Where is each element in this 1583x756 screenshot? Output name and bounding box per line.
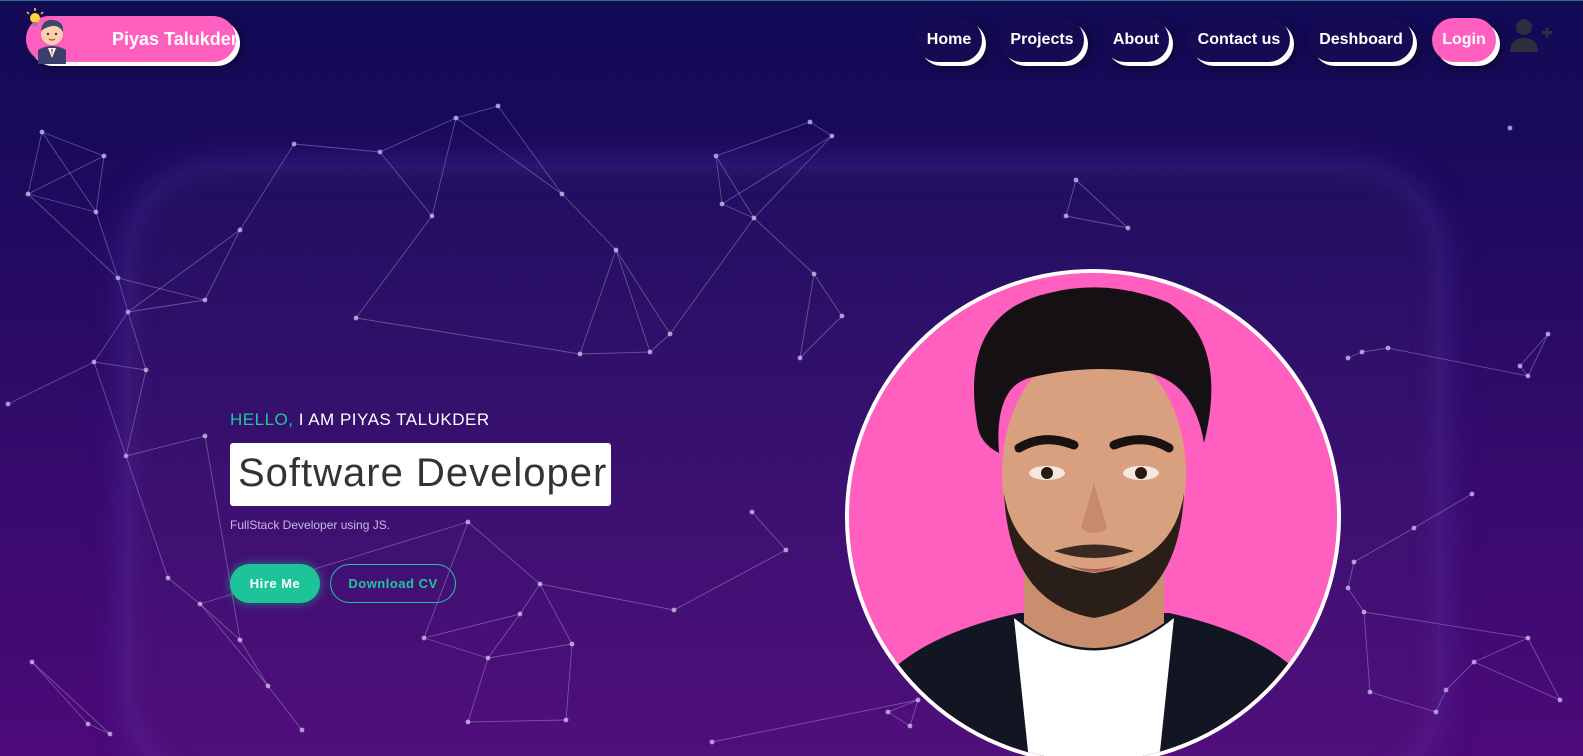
network-link xyxy=(715,121,811,157)
network-link xyxy=(1519,333,1549,367)
network-node xyxy=(1545,331,1551,337)
network-node xyxy=(377,149,383,155)
network-link xyxy=(27,131,43,195)
network-link xyxy=(95,155,105,213)
network-node xyxy=(1517,363,1523,369)
network-node xyxy=(1507,125,1513,131)
network-node xyxy=(123,453,129,459)
greeting-hello: HELLO, xyxy=(230,410,294,429)
developer-avatar-icon xyxy=(26,8,66,64)
network-node xyxy=(25,191,31,197)
profile-photo xyxy=(845,269,1341,756)
network-link xyxy=(41,131,105,157)
hire-me-button[interactable]: Hire Me xyxy=(230,564,320,603)
network-link xyxy=(809,121,833,137)
network-link xyxy=(27,193,119,279)
greeting-name: I AM PIYAS TALUKDER xyxy=(293,410,490,429)
profile-portrait-illustration xyxy=(849,273,1337,756)
nav-contact[interactable]: Contact us xyxy=(1188,18,1290,62)
network-link xyxy=(1473,637,1529,663)
hero-tagline: FullStack Developer using JS. xyxy=(230,518,391,532)
network-node xyxy=(93,209,99,215)
network-link xyxy=(87,723,111,735)
login-button[interactable]: Login xyxy=(1432,18,1496,62)
network-link xyxy=(379,117,457,153)
network-link xyxy=(93,361,127,457)
network-node xyxy=(91,359,97,365)
network-link xyxy=(455,105,499,119)
network-link xyxy=(1527,637,1561,701)
network-link xyxy=(1473,661,1561,701)
nav-home[interactable]: Home xyxy=(916,18,982,62)
download-cv-button[interactable]: Download CV xyxy=(330,564,456,603)
network-node xyxy=(39,129,45,135)
role-highlight-box: Software Developer xyxy=(230,443,611,506)
network-node xyxy=(115,275,121,281)
network-link xyxy=(1445,661,1475,691)
brand-name: Piyas Talukder xyxy=(112,29,238,49)
network-node xyxy=(1443,687,1449,693)
network-node xyxy=(1525,373,1531,379)
nav-about[interactable]: About xyxy=(1103,18,1169,62)
network-node xyxy=(713,153,719,159)
hero-greeting: HELLO, I AM PIYAS TALUKDER xyxy=(230,410,490,430)
network-node xyxy=(807,119,813,125)
user-plus-icon[interactable] xyxy=(1510,18,1554,54)
network-node xyxy=(829,133,835,139)
network-link xyxy=(93,311,129,363)
network-link xyxy=(27,155,105,195)
network-node xyxy=(101,153,107,159)
network-node xyxy=(85,721,91,727)
network-node xyxy=(453,115,459,121)
network-node xyxy=(1471,659,1477,665)
nav-dashboard[interactable]: Deshboard xyxy=(1309,18,1413,62)
network-link xyxy=(7,361,95,405)
network-link xyxy=(31,661,89,725)
role-title: Software Developer xyxy=(238,451,608,495)
network-node xyxy=(107,731,113,737)
network-node xyxy=(29,659,35,665)
network-node xyxy=(1525,635,1531,641)
network-node xyxy=(5,401,11,407)
network-node xyxy=(1469,491,1475,497)
network-node xyxy=(495,103,501,109)
network-link xyxy=(117,277,129,313)
network-link xyxy=(293,143,381,153)
network-node xyxy=(1557,697,1563,703)
network-link xyxy=(31,661,111,735)
network-link xyxy=(1527,333,1549,377)
nav-projects[interactable]: Projects xyxy=(1000,18,1084,62)
network-node xyxy=(291,141,297,147)
